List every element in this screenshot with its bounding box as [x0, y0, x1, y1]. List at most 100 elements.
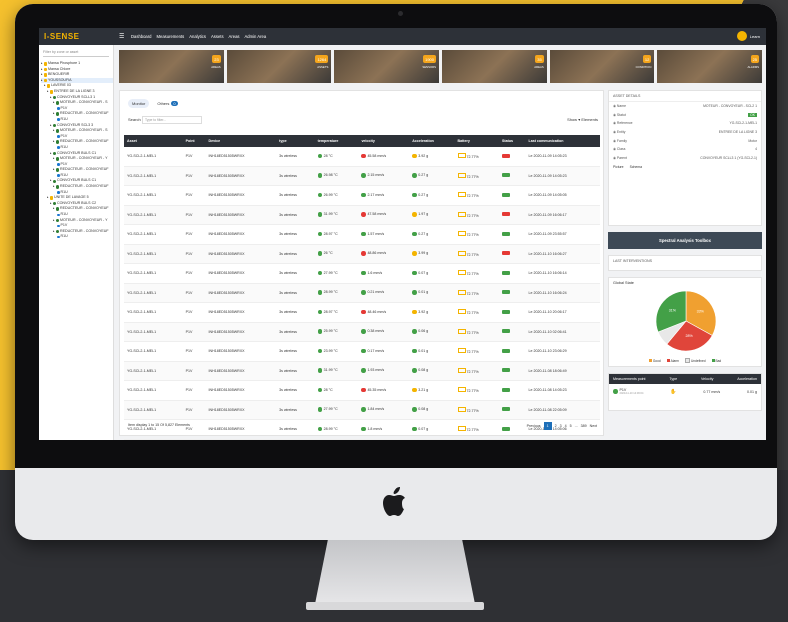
- legend-item[interactable]: Good: [648, 358, 661, 363]
- cell-acceleration-value: 0.07 g: [418, 270, 429, 275]
- expand-arrow-icon[interactable]: ▸: [44, 83, 46, 89]
- hamburger-menu-icon[interactable]: ☰: [119, 33, 124, 40]
- expand-arrow-icon[interactable]: ▸: [50, 151, 52, 157]
- cell-temperature-pill: 26.98 °C: [317, 173, 338, 178]
- column-header[interactable]: type: [276, 135, 315, 147]
- cell-status: [499, 166, 526, 186]
- column-header[interactable]: Point: [182, 135, 206, 147]
- cell-temperature: 31.99 °C: [314, 205, 359, 225]
- page-link[interactable]: 5: [570, 424, 572, 428]
- table-row[interactable]: YG-SCL2-1-MEL1 P1V INH18ED51505WRXX 3s wire…: [124, 380, 600, 401]
- table-row[interactable]: YG-SCL2-1-MEL1 P1V INH18ED51505WRXX 3s wire…: [124, 224, 600, 245]
- picture-link[interactable]: Picture: [613, 165, 624, 169]
- page-link[interactable]: 389: [581, 424, 587, 428]
- battery-icon: [457, 406, 466, 412]
- kpi-tile[interactable]: 35 AREAS: [442, 50, 547, 83]
- nav-dashboard[interactable]: Dashboard: [131, 34, 152, 39]
- schema-link[interactable]: Schema: [630, 165, 642, 169]
- table-row[interactable]: YG-SCL2-1-MEL1 P1V INH18ED51505WRXX 3s wire…: [124, 302, 600, 323]
- column-header[interactable]: Asset: [124, 135, 183, 147]
- page-link[interactable]: Next: [590, 424, 597, 428]
- nav-admin-area[interactable]: Admin Area: [245, 34, 267, 39]
- expand-arrow-icon[interactable]: ▸: [50, 201, 52, 207]
- expand-arrow-icon[interactable]: ▸: [50, 123, 52, 129]
- user-menu[interactable]: Learn: [736, 31, 760, 41]
- column-header[interactable]: Device: [205, 135, 277, 147]
- column-header[interactable]: velocity: [358, 135, 410, 147]
- gear-icon: [55, 229, 60, 234]
- legend-item[interactable]: Alarm: [666, 358, 679, 363]
- expand-arrow-icon[interactable]: ▸: [47, 195, 49, 201]
- interventions-card[interactable]: LAST INTERVENTIONS: [608, 255, 762, 271]
- expand-arrow-icon[interactable]: ▸: [50, 95, 52, 101]
- table-row[interactable]: YG-SCL2-1-MEL1 P1V INH18ED51505WRXX 3s wire…: [124, 263, 600, 284]
- folder-icon: [43, 73, 48, 77]
- kpi-tile[interactable]: 25 ALARMS: [657, 50, 763, 83]
- expand-arrow-icon[interactable]: ▸: [53, 184, 55, 190]
- cell-velocity-value: 0.38 mm/s: [367, 329, 385, 334]
- kpi-tile[interactable]: 1264 ASSETS: [226, 50, 332, 83]
- table-row[interactable]: YG-SCL2-1-MEL1 P1V INH18ED51505WRXX 3s wire…: [124, 166, 600, 186]
- page-link[interactable]: 2: [555, 424, 557, 428]
- table-row[interactable]: YG-SCL2-1-MEL1 P1V INH18ED51505WRXX 3s wire…: [124, 244, 600, 264]
- legend-item[interactable]: Undefined: [684, 358, 706, 363]
- expand-arrow-icon[interactable]: ▸: [53, 167, 55, 173]
- legend-item[interactable]: Bad: [711, 358, 721, 363]
- nav-analytics[interactable]: Analytics: [189, 34, 206, 39]
- table-row[interactable]: YG-SCL2-1-MEL1 P1V INH18ED51505WRXX 3s wire…: [124, 341, 600, 362]
- page-link[interactable]: ...: [575, 424, 578, 428]
- nav-assets[interactable]: Assets: [211, 34, 224, 39]
- tree-node[interactable]: R1U: [41, 234, 113, 240]
- expand-arrow-icon[interactable]: ▸: [53, 111, 55, 117]
- page-link[interactable]: Previous: [527, 424, 541, 428]
- tree-search-input[interactable]: Filter by zone or asset: [43, 49, 109, 57]
- expand-arrow-icon[interactable]: ▸: [53, 206, 55, 212]
- table-row[interactable]: YG-SCL2-1-MEL1 P1V INH18ED51505WRXX 3s wire…: [124, 322, 600, 342]
- measurement-point-row[interactable]: P1V 2020-11-10 14:06:04 ✋ 0.77 mm/s 0.01…: [609, 384, 761, 399]
- page-link[interactable]: 1: [543, 422, 552, 430]
- cell-acceleration-pill: 3.21 g: [412, 387, 428, 392]
- column-header[interactable]: temperature: [314, 135, 359, 147]
- column-header[interactable]: Status: [499, 135, 526, 147]
- expand-arrow-icon[interactable]: ▸: [53, 100, 55, 106]
- cell-acceleration: 0.08 g: [409, 361, 455, 381]
- cell-type: 3s wireless: [276, 224, 315, 245]
- detail-key: ◉ Reference: [613, 121, 633, 125]
- tab-others[interactable]: Others 0: [153, 99, 181, 108]
- table-row[interactable]: YG-SCL2-1-MEL1 P1V INH18ED51505WRXX 3s wire…: [124, 185, 600, 206]
- tab-monitor[interactable]: Monitor: [128, 99, 150, 108]
- expand-arrow-icon[interactable]: ▸: [50, 178, 52, 184]
- expand-arrow-icon[interactable]: ▸: [53, 139, 55, 145]
- expand-arrow-icon[interactable]: ▸: [53, 128, 55, 134]
- gear-icon: [55, 207, 60, 211]
- expand-arrow-icon[interactable]: ▸: [53, 218, 55, 224]
- expand-arrow-icon[interactable]: ▸: [41, 78, 43, 84]
- column-header[interactable]: Last communication: [525, 135, 600, 147]
- battery-icon: [457, 426, 466, 432]
- page-size-select[interactable]: Show ▾ Elements: [567, 117, 598, 122]
- table-row[interactable]: YG-SCL2-1-MEL1 P1V INH18ED51505WRXX 3s wire…: [124, 361, 600, 381]
- column-header[interactable]: Battery: [454, 135, 500, 147]
- spectral-analysis-button[interactable]: Spectral Analysis Toolbox: [608, 232, 762, 249]
- cell-velocity-value: 45.35 mm/s: [367, 387, 387, 392]
- cell-device: INH18ED51505WRXX: [205, 380, 277, 401]
- kpi-tile[interactable]: 23 AREAS: [119, 50, 224, 83]
- table-row[interactable]: YG-SCL2-1-MEL1 P1V INH18ED51505WRXX 3s wire…: [124, 283, 600, 303]
- table-row[interactable]: YG-SCL2-1-MEL1 P1V INH18ED51505WRXX 3s wire…: [124, 147, 600, 167]
- brand-logo[interactable]: I-SENSE: [44, 32, 80, 41]
- kpi-tile[interactable]: 1900 SENSORS: [334, 50, 440, 83]
- page-link[interactable]: 4: [565, 424, 567, 428]
- table-row[interactable]: YG-SCL2-1-MEL1 P1V INH18ED51505WRXX 3s wire…: [124, 400, 600, 420]
- expand-arrow-icon[interactable]: ▸: [47, 89, 49, 95]
- nav-measurements[interactable]: Measurements: [157, 34, 185, 39]
- column-header[interactable]: Acceleration: [409, 135, 455, 147]
- table-row[interactable]: YG-SCL2-1-MEL1 P1V INH18ED51505WRXX 3s wire…: [124, 205, 600, 225]
- expand-arrow-icon[interactable]: ▸: [53, 156, 55, 162]
- table-search-input[interactable]: Type to filter...: [142, 116, 202, 124]
- battery-icon: [457, 153, 466, 159]
- cell-last-communication-text: Le 2020-11-08 18:06:49: [528, 368, 567, 373]
- kpi-tile[interactable]: 12 CONDITION: [549, 50, 655, 83]
- nav-areas[interactable]: Areas: [229, 34, 240, 39]
- expand-arrow-icon[interactable]: ▸: [53, 229, 55, 235]
- page-link[interactable]: 3: [560, 424, 562, 428]
